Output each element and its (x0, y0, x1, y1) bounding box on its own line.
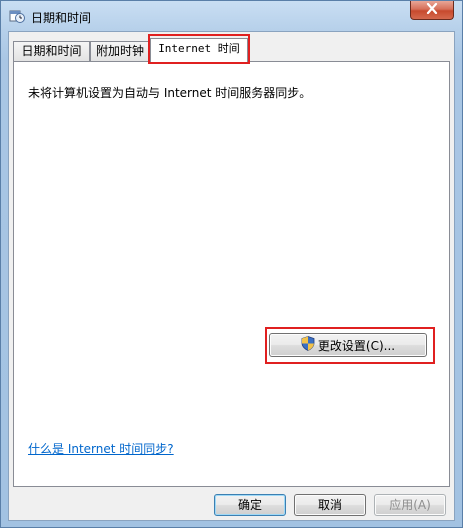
change-settings-button[interactable]: 更改设置(C)... (269, 333, 427, 357)
tab-internet-time-label: Internet 时间 (158, 42, 240, 55)
dialog-client-area: 日期和时间 附加时钟 Internet 时间 未将计算机设置为自动与 Inter… (8, 31, 455, 521)
date-time-icon (9, 8, 25, 24)
close-icon (426, 2, 438, 17)
tab-additional-clocks-label: 附加时钟 (95, 44, 144, 58)
cancel-button[interactable]: 取消 (294, 494, 366, 516)
apply-button[interactable]: 应用(A) (374, 494, 446, 516)
internet-time-help-link[interactable]: 什么是 Internet 时间同步? (28, 440, 174, 457)
tab-internet-time[interactable]: Internet 时间 (150, 38, 248, 62)
sync-status-text: 未将计算机设置为自动与 Internet 时间服务器同步。 (28, 86, 312, 100)
title-bar[interactable]: 日期和时间 (1, 1, 462, 31)
window-title: 日期和时间 (31, 11, 92, 25)
tab-additional-clocks[interactable]: 附加时钟 (90, 41, 150, 61)
tab-date-time[interactable]: 日期和时间 (13, 41, 90, 61)
ok-button[interactable]: 确定 (214, 494, 286, 516)
dialog-window: 日期和时间 日期和时间 附加时钟 Internet 时间 未将计算机设置为自动与… (0, 0, 463, 528)
close-button[interactable] (410, 1, 454, 20)
uac-shield-icon (301, 336, 315, 354)
internet-time-panel: 未将计算机设置为自动与 Internet 时间服务器同步。 更改设置(C)...… (13, 61, 450, 487)
change-settings-label: 更改设置(C)... (317, 338, 396, 353)
tab-date-time-label: 日期和时间 (21, 44, 82, 58)
